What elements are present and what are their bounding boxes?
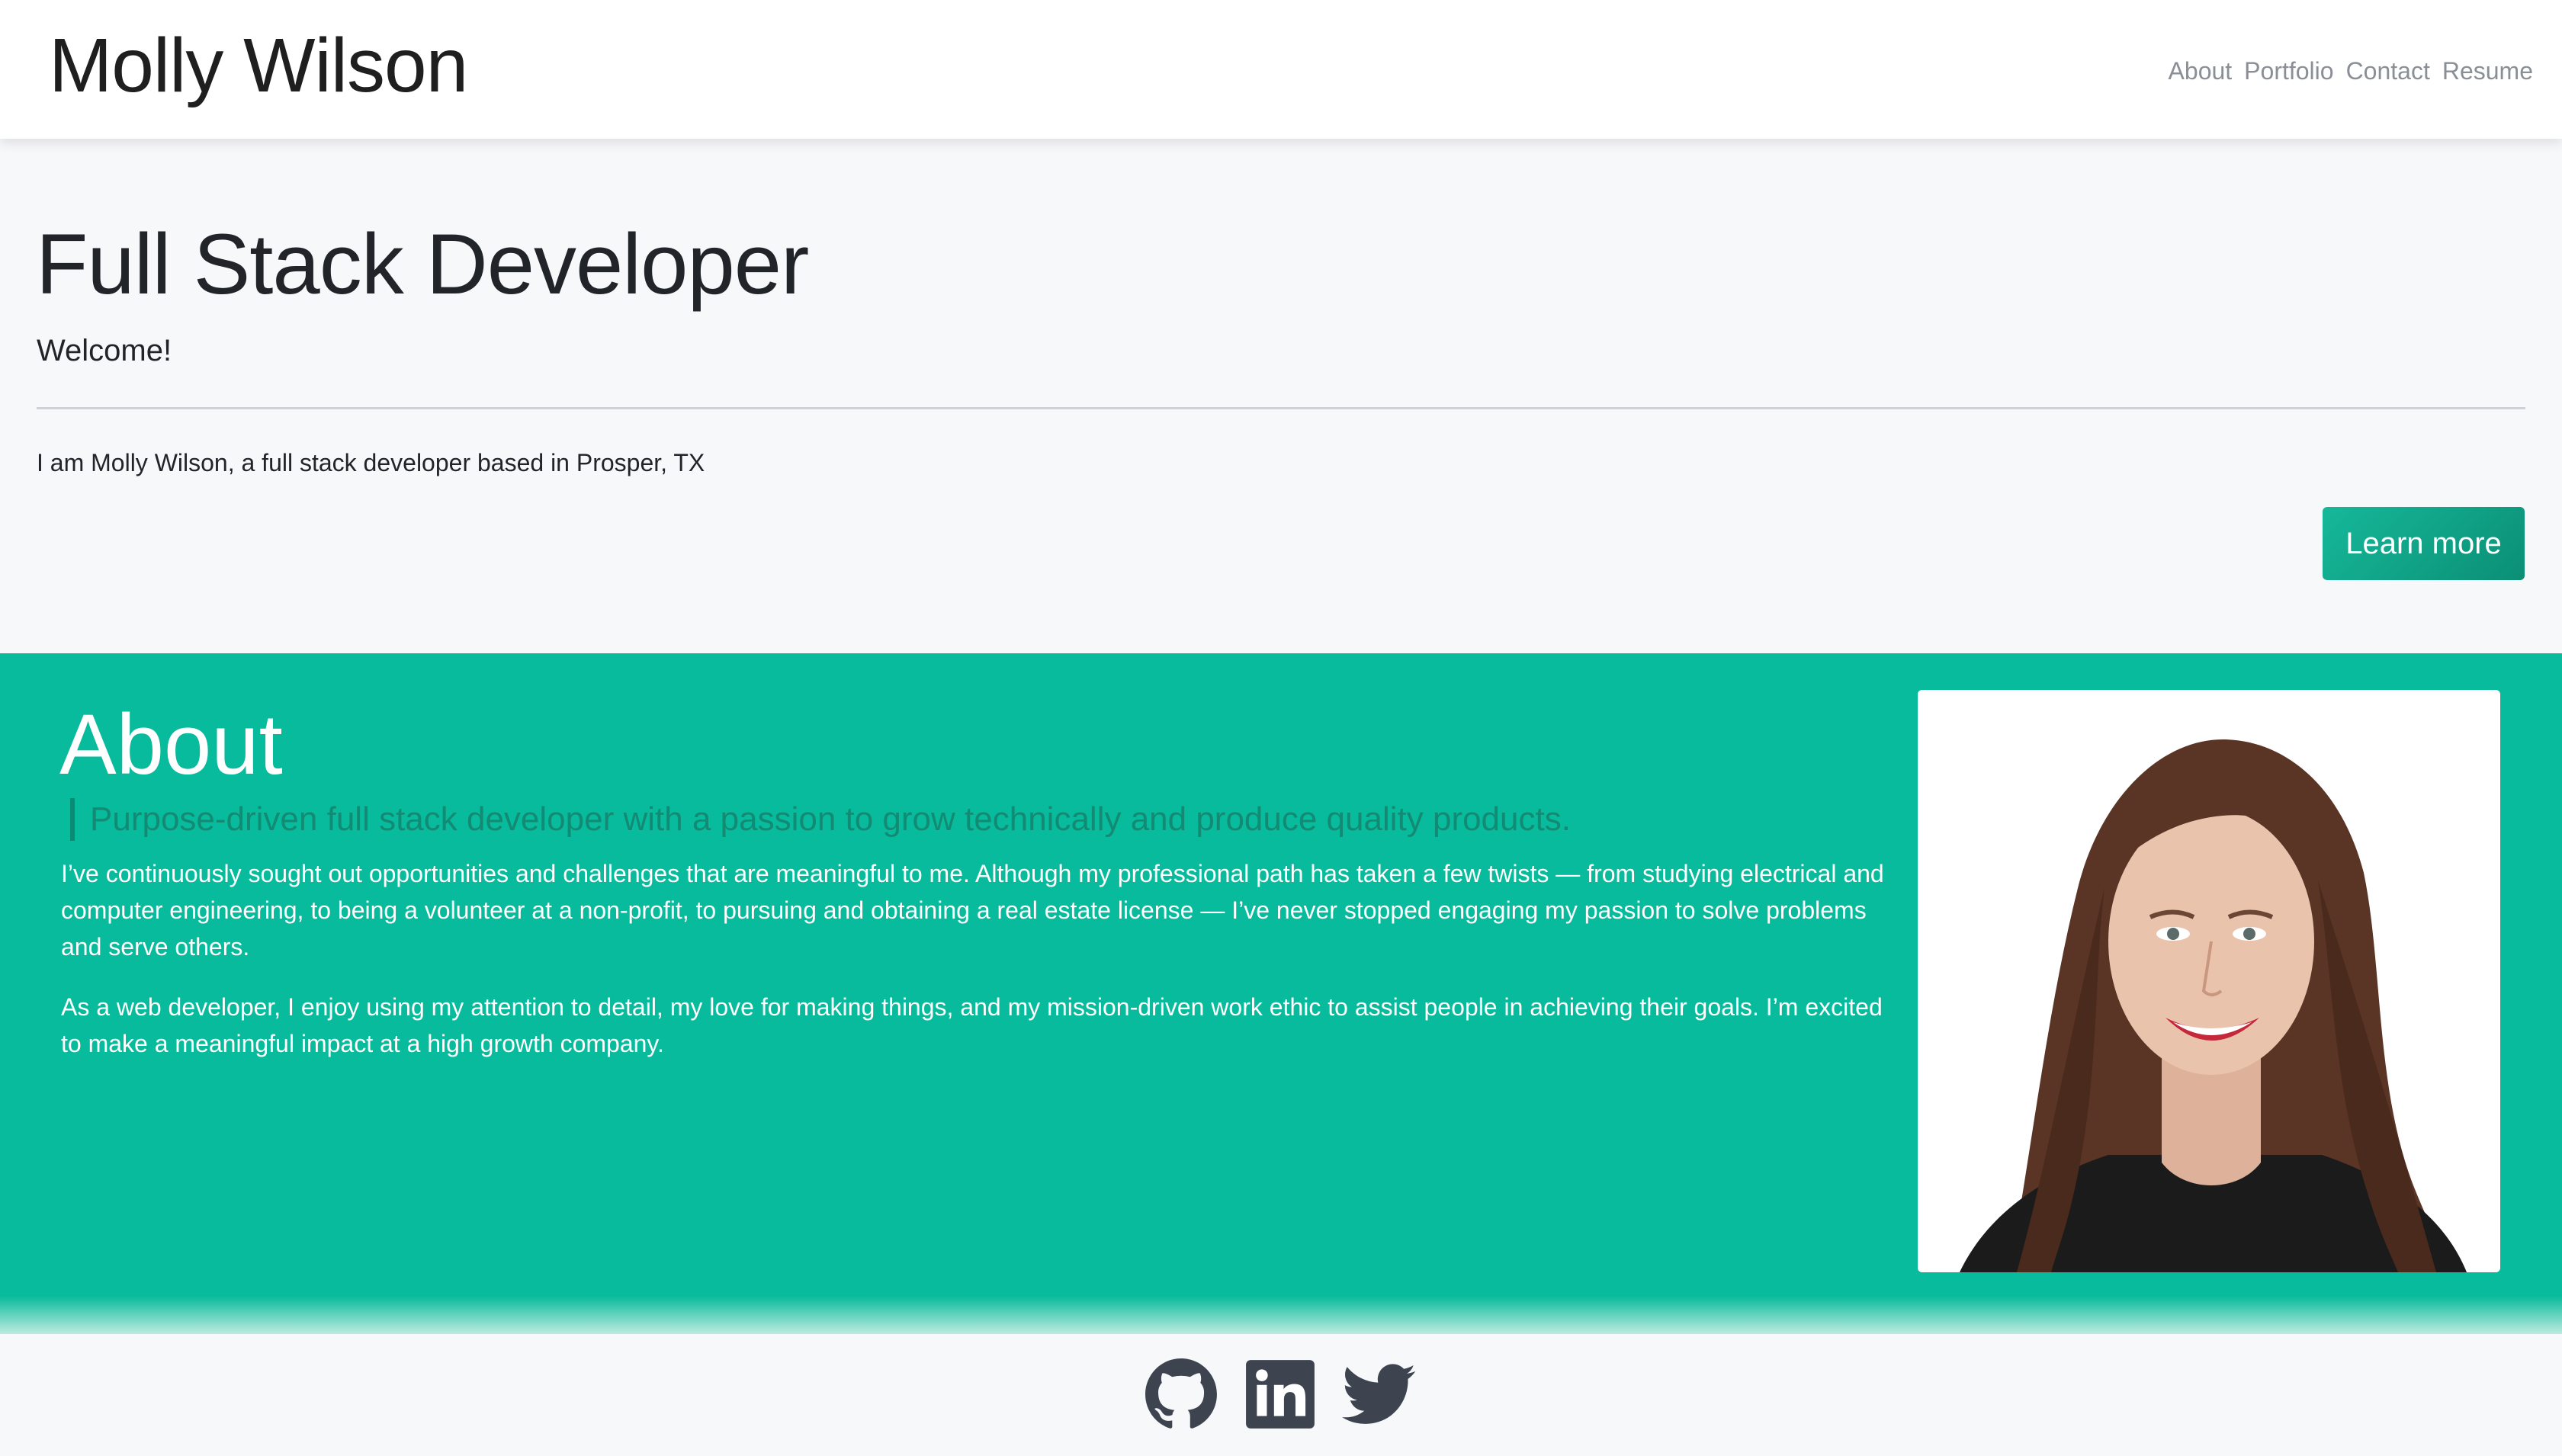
nav-link-contact[interactable]: Contact — [2346, 53, 2430, 88]
site-brand[interactable]: Molly Wilson — [49, 20, 468, 111]
navbar: Molly Wilson About Portfolio Contact Res… — [0, 0, 2562, 139]
about-bottom-fade — [0, 1296, 2562, 1334]
twitter-icon[interactable] — [1342, 1357, 1417, 1432]
about-paragraph-1: I’ve continuously sought out opportuniti… — [61, 860, 1884, 961]
about-paragraph-2: As a web developer, I enjoy using my att… — [61, 993, 1883, 1057]
social-links — [1144, 1357, 1417, 1432]
hero-title: Full Stack Developer — [36, 216, 809, 312]
hero-subtitle: Welcome! — [37, 334, 172, 367]
profile-photo-illustration — [1918, 690, 2500, 1272]
about-section: About Purpose-driven full stack develope… — [0, 653, 2562, 1334]
hero-divider — [37, 407, 2525, 409]
nav-link-portfolio[interactable]: Portfolio — [2244, 53, 2333, 88]
learn-more-button[interactable]: Learn more — [2323, 507, 2525, 580]
hero-section: Full Stack Developer Welcome! I am Molly… — [0, 139, 2562, 653]
hero-intro: I am Molly Wilson, a full stack develope… — [37, 449, 705, 476]
profile-photo — [1918, 690, 2500, 1272]
github-icon[interactable] — [1144, 1357, 1218, 1432]
about-tagline: Purpose-driven full stack developer with… — [70, 798, 1571, 841]
linkedin-icon[interactable] — [1243, 1357, 1318, 1432]
nav-links: About Portfolio Contact Resume — [2169, 53, 2533, 88]
nav-link-resume[interactable]: Resume — [2442, 53, 2533, 88]
about-title: About — [59, 697, 283, 792]
nav-link-about[interactable]: About — [2169, 53, 2233, 88]
footer — [0, 1334, 2562, 1456]
